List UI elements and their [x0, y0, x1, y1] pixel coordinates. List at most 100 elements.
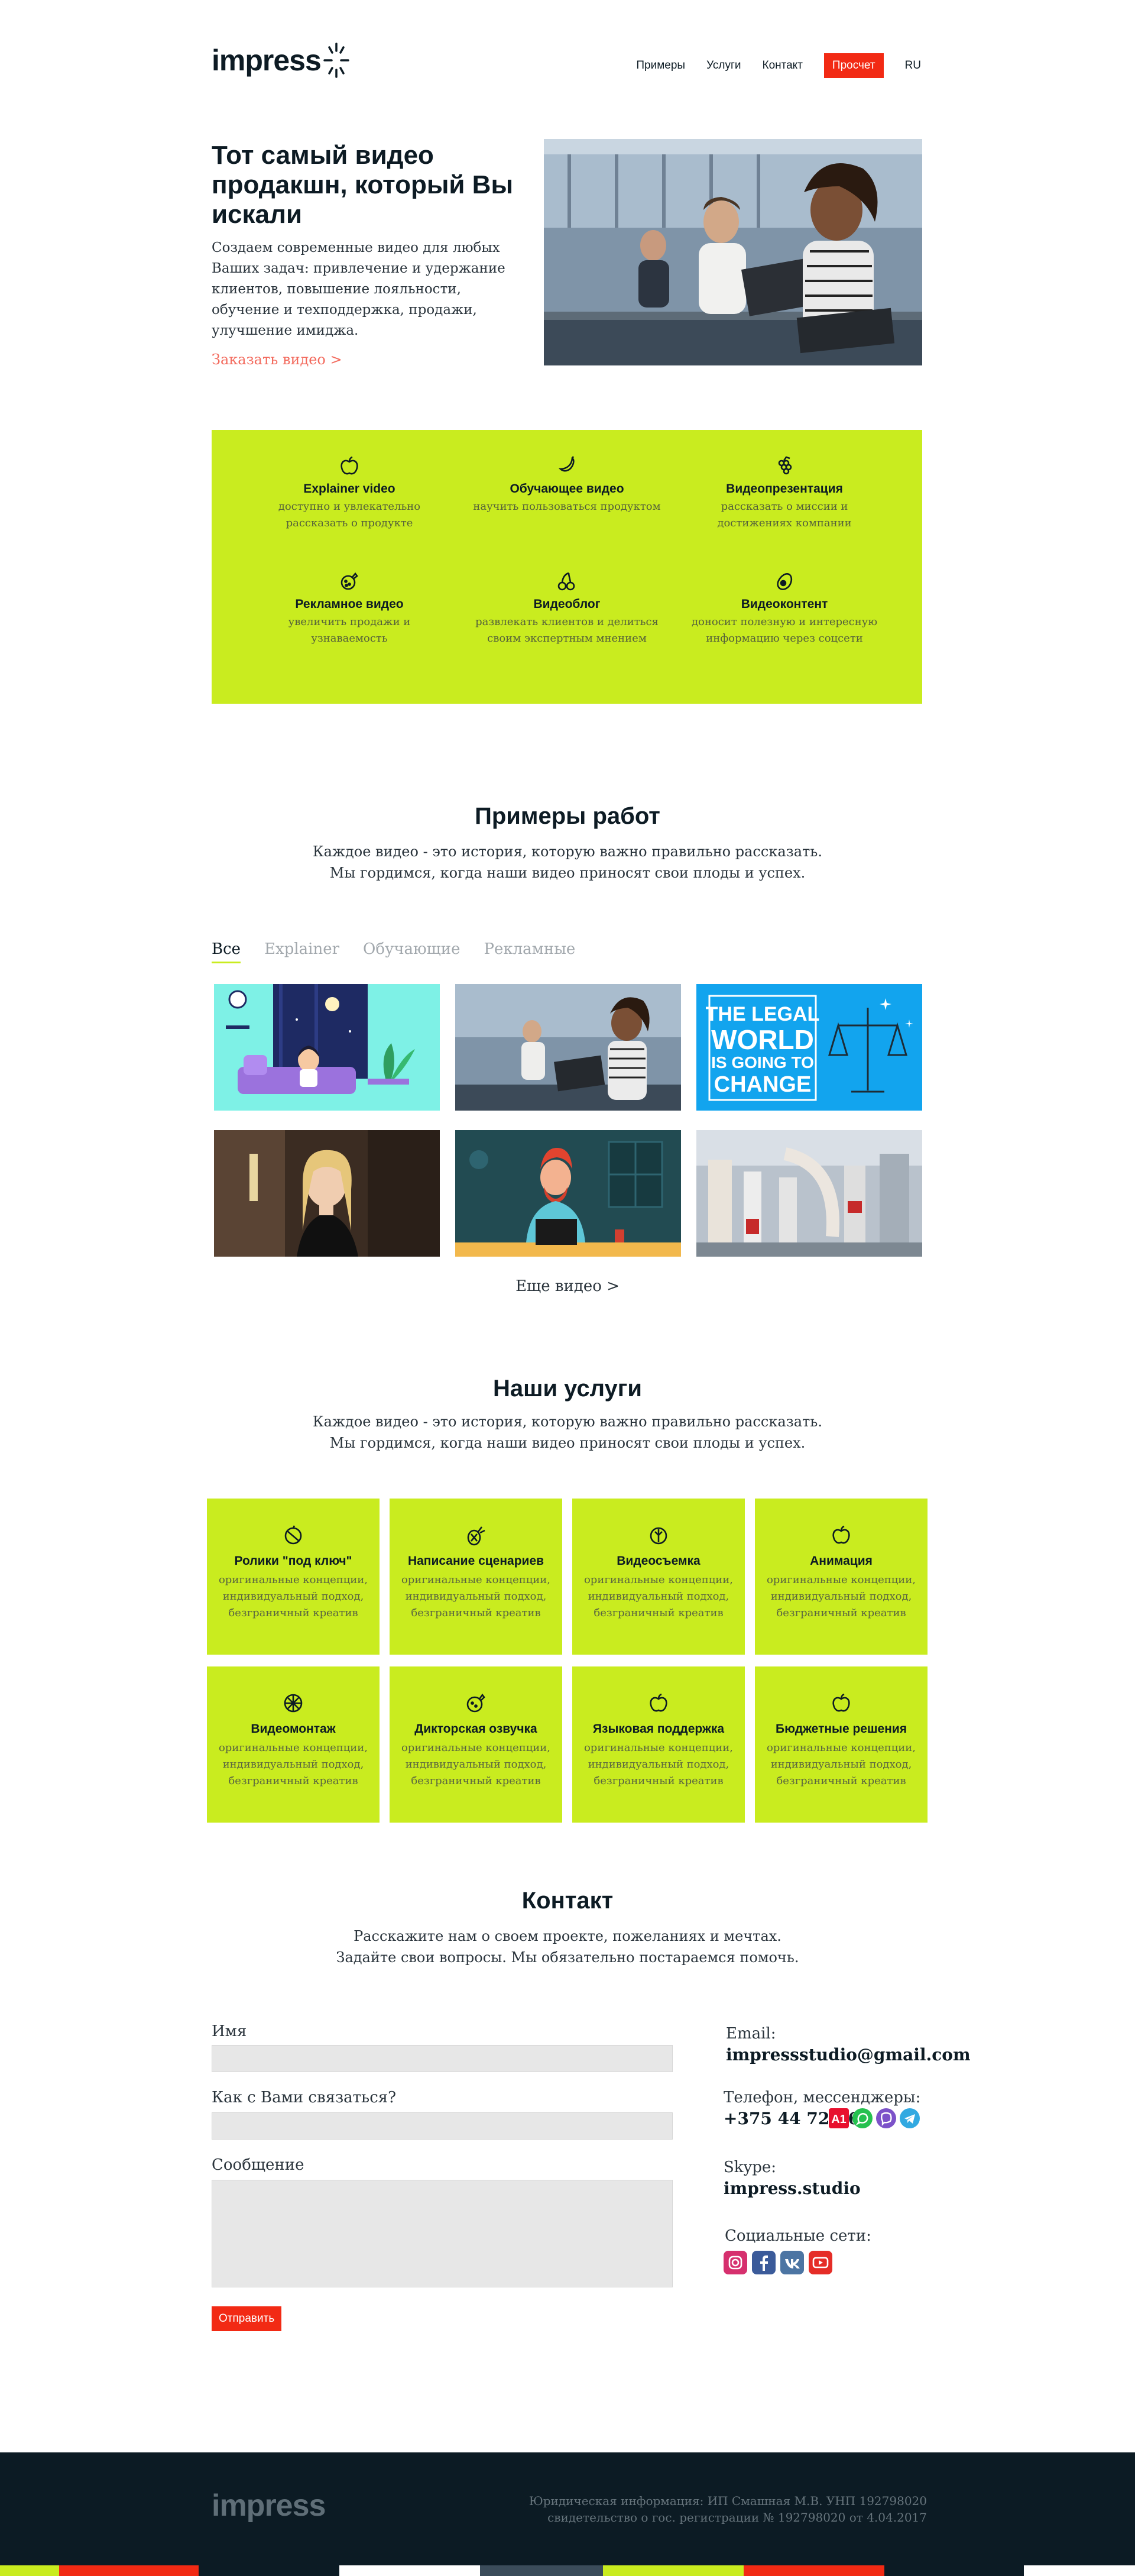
- service-text: оригинальные концепции, индивидуальный п…: [583, 1742, 734, 1787]
- legal-info-line-2: свидетельство о гос. регистрации № 19279…: [547, 2510, 927, 2525]
- skype-value[interactable]: impress.studio: [724, 2179, 861, 2198]
- feature-text: доступно и увлекательно рассказать о про…: [278, 500, 421, 529]
- service-text: оригинальные концепции, индивидуальный п…: [583, 1574, 734, 1619]
- tab-explainer[interactable]: Explainer: [264, 940, 339, 963]
- cherries-icon: [557, 572, 575, 591]
- whatsapp-icon[interactable]: [852, 2108, 873, 2128]
- social-label: Социальные сети:: [725, 2227, 871, 2245]
- services-title: Наши услуги: [492, 1376, 643, 1402]
- feature-item: Видеопрезентация рассказать о миссии и д…: [687, 455, 882, 532]
- name-field[interactable]: [212, 2045, 673, 2072]
- feature-text: увеличить продажи и узнаваемость: [288, 616, 411, 645]
- feature-item: Обучающее видео научить пользоваться про…: [469, 455, 664, 515]
- feature-item: Рекламное видео увеличить продажи и узна…: [252, 570, 447, 647]
- video-thumbnail[interactable]: THE LEGAL WORLD IS GOING TO CHANGE: [696, 984, 922, 1111]
- youtube-icon[interactable]: [809, 2251, 832, 2274]
- video-thumbnail[interactable]: [696, 1130, 922, 1257]
- feature-text: рассказать о миссии и достижениях компан…: [717, 500, 852, 529]
- logo-text: impress: [212, 44, 322, 77]
- orange-icon: [284, 1694, 303, 1713]
- svg-text:THE LEGAL: THE LEGAL: [706, 1003, 820, 1025]
- nut-icon: [284, 1525, 302, 1545]
- facebook-icon[interactable]: [752, 2251, 776, 2274]
- feature-item: Видеоблог развлекать клиентов и делиться…: [469, 570, 664, 647]
- video-thumbnail[interactable]: [455, 984, 681, 1111]
- svg-text:A1: A1: [831, 2113, 847, 2126]
- feature-item: Explainer video доступно и увлекательно …: [252, 455, 447, 532]
- service-card: Бюджетные решения оригинальные концепции…: [755, 1666, 928, 1823]
- language-switch[interactable]: RU: [905, 59, 921, 72]
- service-title: Дикторская озвучка: [414, 1722, 537, 1736]
- pomegranate-icon: [466, 1693, 485, 1713]
- service-text: оригинальные концепции, индивидуальный п…: [766, 1742, 916, 1787]
- feature-title: Видеоблог: [533, 597, 601, 611]
- video-thumbnail[interactable]: [214, 984, 440, 1111]
- lemon-icon: [650, 1527, 667, 1545]
- email-label: Email:: [726, 2025, 776, 2043]
- telegram-icon[interactable]: [900, 2108, 920, 2128]
- instagram-icon[interactable]: [724, 2251, 747, 2274]
- service-text: оригинальные концепции, индивидуальный п…: [766, 1574, 916, 1619]
- thumb-legal-text: THE LEGAL WORLD IS GOING TO CHANGE: [706, 1003, 820, 1097]
- feature-text: научить пользоваться продуктом: [473, 500, 661, 513]
- order-video-link[interactable]: Заказать видео >: [212, 351, 342, 368]
- message-field[interactable]: [212, 2180, 673, 2287]
- feature-title: Рекламное видео: [295, 597, 404, 611]
- phone-label: Телефон, мессенджеры:: [724, 2089, 921, 2106]
- service-card: Языковая поддержка оригинальные концепци…: [572, 1666, 745, 1823]
- quote-button[interactable]: Просчет: [823, 53, 884, 78]
- works-title: Примеры работ: [475, 803, 660, 829]
- pomegranate-icon: [340, 572, 358, 590]
- viber-icon[interactable]: [876, 2108, 896, 2128]
- video-thumbnail[interactable]: [214, 1130, 440, 1257]
- contact-subtitle-1: Расскажите нам о своем проекте, пожелани…: [354, 1928, 781, 1944]
- service-title: Языковая поддержка: [592, 1722, 725, 1736]
- service-text: оригинальные концепции, индивидуальный п…: [401, 1742, 551, 1787]
- nav-contact[interactable]: Контакт: [763, 59, 803, 72]
- feature-title: Explainer video: [303, 482, 395, 496]
- messenger-icons: A1: [829, 2108, 920, 2128]
- service-card: Написание сценариев оригинальные концепц…: [390, 1499, 562, 1655]
- more-videos-link[interactable]: Еще видео >: [0, 1277, 1135, 1295]
- nav-services[interactable]: Услуги: [706, 59, 741, 72]
- tab-advertising[interactable]: Рекламные: [484, 940, 576, 963]
- feature-title: Обучающее видео: [510, 482, 624, 496]
- service-card: Дикторская озвучка оригинальные концепци…: [390, 1666, 562, 1823]
- service-title: Написание сценариев: [407, 1554, 544, 1568]
- hero-text: Создаем современные видео для любых Ваши…: [212, 240, 505, 338]
- apple-icon: [650, 1693, 667, 1712]
- contact-method-field[interactable]: [212, 2112, 673, 2140]
- vk-icon[interactable]: [780, 2251, 804, 2274]
- tab-training[interactable]: Обучающие: [363, 940, 460, 963]
- works-subtitle-1: Каждое видео - это история, которую важн…: [313, 843, 822, 860]
- works-subtitle-2: Мы гордимся, когда наши видео приносят с…: [329, 865, 806, 881]
- email-value[interactable]: impressstudio@gmail.com: [726, 2045, 971, 2064]
- nav-examples[interactable]: Примеры: [636, 59, 685, 72]
- message-label: Сообщение: [212, 2156, 304, 2174]
- service-card: Анимация оригинальные концепции, индивид…: [755, 1499, 928, 1655]
- service-text: оригинальные концепции, индивидуальный п…: [218, 1574, 368, 1619]
- skype-label: Skype:: [724, 2158, 777, 2176]
- send-button[interactable]: Отправить: [212, 2306, 282, 2331]
- a1-icon[interactable]: A1: [829, 2108, 849, 2128]
- services-subtitle-2: Мы гордимся, когда наши видео приносят с…: [329, 1435, 806, 1451]
- contact-title: Контакт: [521, 1888, 614, 1914]
- footer-logo[interactable]: impress: [212, 2488, 326, 2523]
- service-title: Бюджетные решения: [775, 1722, 907, 1736]
- grapes-icon: [778, 456, 792, 475]
- legal-info-line-1: Юридическая информация: ИП Смашная М.В. …: [528, 2494, 927, 2508]
- apple-icon: [832, 1693, 850, 1712]
- video-thumbnail[interactable]: [455, 1130, 681, 1257]
- services-subtitle-1: Каждое видео - это история, которую важн…: [313, 1413, 822, 1430]
- feature-title: Видеопрезентация: [726, 482, 843, 496]
- svg-text:IS GOING TO: IS GOING TO: [711, 1053, 814, 1072]
- feature-item: Видеоконтент доносит полезную и интересн…: [687, 570, 882, 647]
- service-text: оригинальные концепции, индивидуальный п…: [218, 1742, 368, 1787]
- banana-icon: [558, 456, 575, 472]
- contact-method-label: Как с Вами связаться?: [212, 2089, 397, 2106]
- svg-text:CHANGE: CHANGE: [714, 1072, 812, 1097]
- logo[interactable]: impress: [212, 43, 352, 78]
- tab-all[interactable]: Все: [212, 940, 241, 963]
- service-title: Видеосъемка: [617, 1554, 701, 1568]
- service-title: Видеомонтаж: [251, 1722, 336, 1736]
